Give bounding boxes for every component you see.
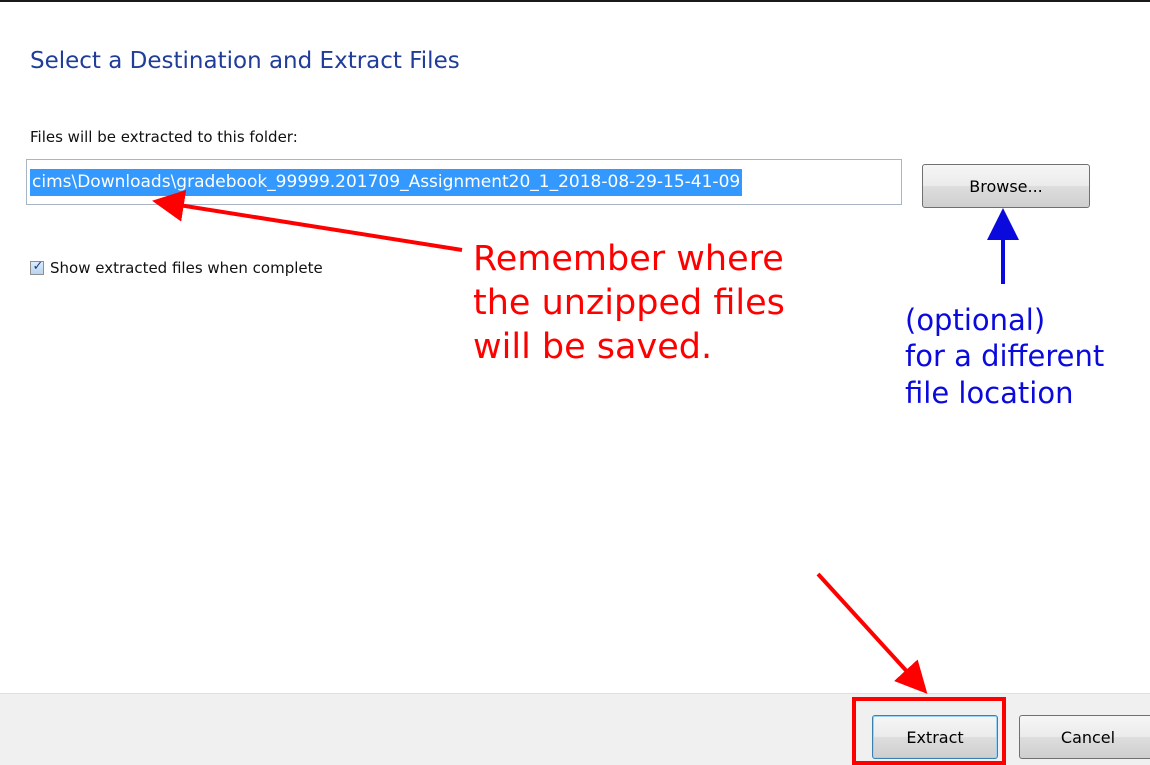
- optional-line-2: for a different: [905, 339, 1105, 374]
- checkmark-icon: ✓: [32, 259, 44, 274]
- extract-dialog: Select a Destination and Extract Files F…: [0, 0, 1150, 765]
- extract-button[interactable]: Extract: [872, 715, 998, 759]
- show-extracted-files-checkbox[interactable]: ✓: [30, 259, 44, 275]
- optional-line-3: file location: [905, 375, 1074, 410]
- destination-label: Files will be extracted to this folder:: [30, 128, 298, 146]
- remember-line-3: will be saved.: [473, 326, 713, 367]
- cancel-button[interactable]: Cancel: [1019, 715, 1150, 759]
- dialog-title: Select a Destination and Extract Files: [30, 48, 460, 74]
- browse-button[interactable]: Browse...: [922, 164, 1090, 208]
- optional-line-1: (optional): [905, 303, 1046, 337]
- window-top-border: [0, 0, 1150, 2]
- remember-location-annotation: Remember where the unzipped files will b…: [473, 238, 785, 369]
- extract-arrow: [816, 572, 928, 694]
- remember-line-2: the unzipped files: [473, 282, 785, 323]
- optional-browse-annotation: (optional) for a different file location: [905, 302, 1104, 411]
- show-extracted-files-option[interactable]: ✓ Show extracted files when complete: [30, 259, 323, 277]
- show-extracted-files-label: Show extracted files when complete: [50, 259, 323, 277]
- destination-path-value: cims\Downloads\gradebook_99999.201709_As…: [30, 169, 743, 196]
- remember-line-1: Remember where: [473, 239, 784, 279]
- destination-path-input[interactable]: cims\Downloads\gradebook_99999.201709_As…: [26, 159, 902, 205]
- path-arrow: [152, 189, 463, 252]
